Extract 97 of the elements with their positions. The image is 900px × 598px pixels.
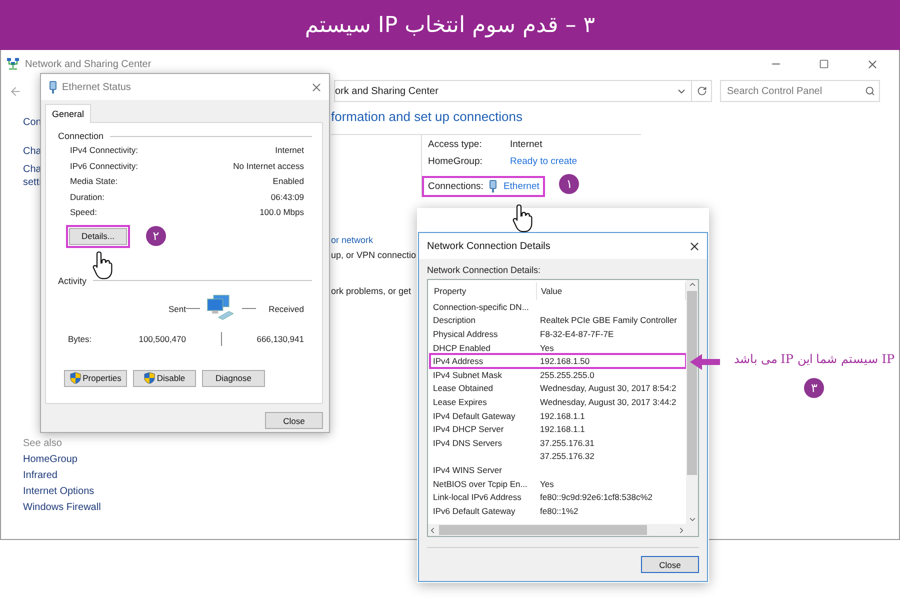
section-title: Connection (58, 131, 104, 141)
column-header[interactable]: Property (430, 282, 537, 300)
banner-title: ۳ – قدم سوم انتخاب IP سیستم (304, 12, 596, 38)
vertical-scrollbar[interactable] (686, 280, 698, 524)
info-link[interactable]: Ready to create (510, 156, 578, 167)
property-cell-text: IPv6 Default Gateway (432, 506, 516, 516)
search-icon (865, 86, 875, 96)
action-button[interactable]: Diagnose (202, 370, 265, 386)
network-icon (7, 58, 19, 70)
chevron-left-icon[interactable] (428, 526, 437, 534)
property-cell-text: IPv4 Subnet Mask (432, 370, 503, 380)
value-cell-text: 37.255.176.31 (539, 438, 596, 448)
scrollbar-thumb[interactable] (687, 291, 697, 475)
tab[interactable]: General (45, 104, 92, 123)
search-field[interactable]: Search Control Panel (720, 80, 880, 102)
see-also-link[interactable]: Windows Firewall (23, 502, 323, 513)
ethernet-link[interactable]: Ethernet (503, 180, 540, 192)
property-cell-text: Lease Expires (432, 396, 488, 407)
status-label: Speed: (70, 207, 98, 218)
shield-icon (70, 372, 81, 384)
property-cell-text: DHCP Enabled (432, 342, 492, 353)
value-cell-text: fe80::9c9d:92e6:1cf8:538c%2 (539, 492, 654, 502)
property-cell-text: Link-local IPv6 Address (432, 492, 522, 502)
status-label: IPv6 Connectivity: (70, 160, 140, 172)
section-title: Activity (58, 276, 87, 286)
property-cell-text: NetBIOS over Tcpip En... (432, 478, 528, 489)
list-label: Network Connection Details: (427, 265, 542, 275)
property-cell-text: Description (432, 315, 477, 326)
property-cell-text: IPv4 DHCP Server (432, 424, 505, 434)
task-link[interactable]: or network (331, 235, 417, 245)
info-label: HomeGroup: (428, 156, 484, 167)
close-button[interactable]: Close (641, 556, 699, 573)
value-cell-text: fe80::1%2 (539, 506, 580, 516)
see-also-title: See also (23, 438, 63, 449)
dialog-title: Network Connection Details (427, 240, 552, 252)
status-value: Enabled (272, 176, 304, 188)
property-cell-text: IPv4 DNS Servers (432, 438, 503, 448)
close-button[interactable]: Close (265, 412, 323, 429)
action-button[interactable]: Disable (133, 370, 196, 386)
property-cell-text: Physical Address (432, 328, 499, 339)
dialog-title: Ethernet Status (62, 82, 132, 92)
info-label: Connections: (428, 180, 484, 192)
chevron-right-icon[interactable] (677, 526, 686, 534)
info-value: Internet (510, 139, 542, 150)
details-button[interactable]: Details... (69, 228, 127, 244)
value-cell-text: 192.168.1.1 (539, 424, 586, 434)
status-label: Duration: (70, 192, 106, 203)
value-cell-text: Yes (539, 342, 555, 353)
value-cell-text: 192.168.1.1 (539, 410, 586, 421)
action-button[interactable]: Properties (64, 370, 127, 386)
close-icon[interactable] (688, 240, 701, 252)
value-cell-text: Wednesday, August 30, 2017 8:54:2 (539, 383, 678, 394)
status-label: IPv4 Connectivity: (70, 145, 140, 156)
see-also-link[interactable]: Infrared (23, 470, 323, 481)
refresh-button[interactable] (692, 80, 712, 102)
window-title: Network and Sharing Center (25, 58, 152, 70)
property-cell-text: Lease Obtained (432, 383, 494, 394)
shield-icon (144, 372, 155, 384)
ethernet-plug-icon (49, 80, 57, 94)
refresh-icon[interactable] (696, 86, 706, 96)
task-description: ork problems, or get (331, 286, 412, 296)
page-heading: formation and set up connections (331, 108, 524, 126)
status-value: 100.0 Mbps (258, 207, 304, 218)
ethernet-plug-icon (489, 180, 498, 192)
bytes-received: 666,130,941 (256, 334, 304, 344)
sent-label: Sent (168, 304, 186, 314)
received-label: Received (268, 304, 304, 314)
property-cell-text: IPv4 Default Gateway (432, 410, 516, 421)
status-value: 06:43:09 (270, 192, 304, 203)
step-badge: ١ (559, 174, 580, 194)
status-label: Media State: (70, 176, 119, 188)
status-value: No Internet access (233, 160, 304, 172)
value-cell-text: 255.255.255.0 (539, 370, 596, 380)
see-also-link[interactable]: Internet Options (23, 486, 323, 497)
scrollbar-thumb[interactable] (439, 525, 647, 535)
annotation-text: IP سیستم شما این IP می باشد (734, 352, 895, 366)
property-cell-text: IPv4 WINS Server (432, 464, 503, 475)
property-cell-text: IPv4 Address (432, 356, 484, 366)
value-cell-text: Yes (539, 478, 555, 489)
value-cell-text: F8-32-E4-87-7F-7E (539, 328, 615, 339)
see-also-link[interactable]: HomeGroup (23, 454, 323, 465)
status-value: Internet (274, 145, 304, 156)
bytes-label: Bytes: (68, 334, 93, 344)
value-cell-text: Realtek PCIe GBE Family Controller (539, 315, 678, 326)
horizontal-scrollbar[interactable] (428, 524, 698, 536)
task-description: up, or VPN connectio (331, 250, 417, 260)
value-cell-text: Wednesday, August 30, 2017 3:44:2 (539, 396, 678, 407)
property-cell-text: Connection-specific DN... (432, 302, 530, 312)
chevron-up-icon[interactable] (688, 280, 696, 289)
value-cell-text: 192.168.1.50 (539, 356, 591, 366)
chevron-down-icon[interactable] (688, 515, 696, 524)
value-cell-text: 37.255.176.32 (539, 451, 596, 462)
bytes-sent: 100,500,470 (138, 334, 186, 344)
arrow-icon (690, 354, 720, 370)
address-field[interactable]: ork and Sharing Center (334, 80, 692, 102)
info-label: Access type: (428, 139, 483, 150)
step-badge: ٢ (146, 226, 166, 246)
